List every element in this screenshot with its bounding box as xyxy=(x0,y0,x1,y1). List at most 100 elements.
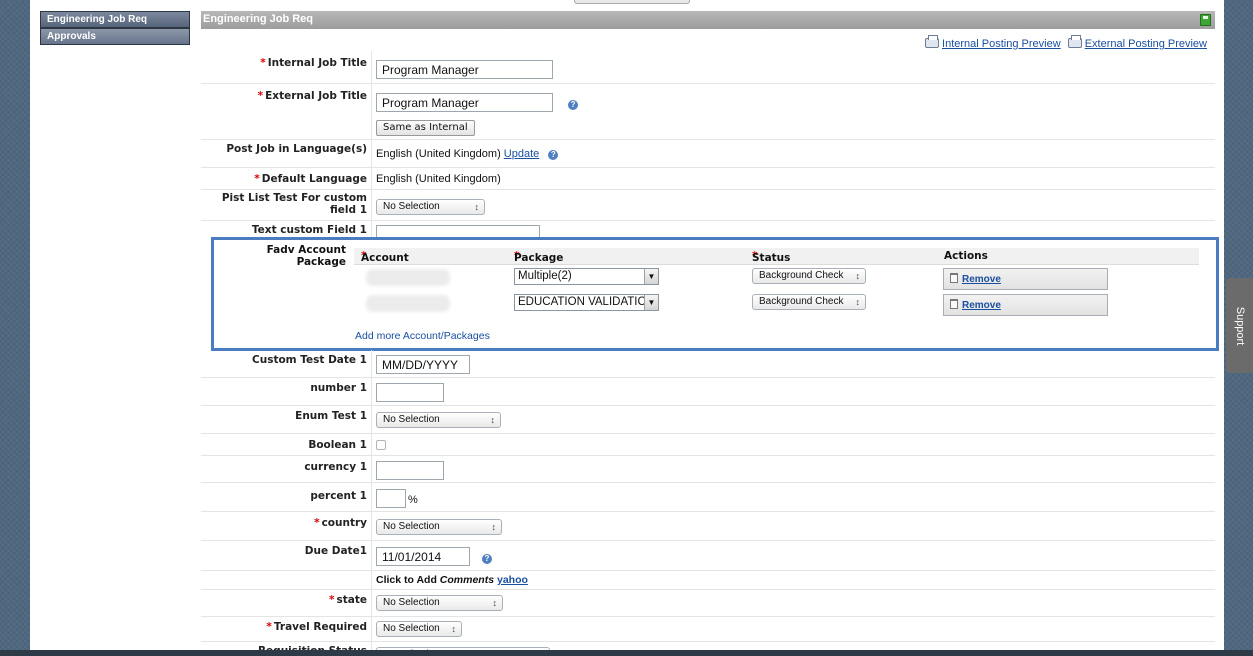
panel-title: Engineering Job Req xyxy=(203,13,314,25)
percent1-label: percent 1 xyxy=(310,490,367,502)
required-marker: * xyxy=(314,517,320,529)
nav-item-engineering-job-req[interactable]: Engineering Job Req xyxy=(40,11,190,28)
update-language-link[interactable]: Update xyxy=(504,148,539,160)
state-select[interactable]: No Selection xyxy=(376,595,503,611)
row-travel-required: * Travel Required No Selection xyxy=(201,617,1215,642)
due-date-input[interactable] xyxy=(376,547,470,566)
required-marker: * xyxy=(257,90,264,102)
package-combo[interactable]: EDUCATION VALIDATIC ▼ xyxy=(514,294,659,311)
custom-date-label: Custom Test Date 1 xyxy=(252,354,367,366)
row-external-job-title: *External Job Title ? Same as Internal xyxy=(201,84,1215,140)
currency1-input[interactable] xyxy=(376,461,444,480)
travel-required-label: Travel Required xyxy=(273,621,367,633)
pist-list-label-line2: field 1 xyxy=(330,204,367,216)
fadv-account-package-box: Fadv Account Package Account * Package * S… xyxy=(211,237,1219,351)
comments-prefix: Click to Add xyxy=(376,574,437,586)
content-panel: Engineering Job Req Internal Posting Pre… xyxy=(201,11,1219,656)
left-nav: Engineering Job Req Approvals xyxy=(40,11,190,45)
post-language-value: English (United Kingdom) xyxy=(376,148,501,160)
currency1-label: currency 1 xyxy=(304,461,367,473)
chevron-down-icon[interactable]: ▼ xyxy=(644,295,658,310)
fadv-header: Account * Package * Status * Actions xyxy=(354,248,1199,265)
remove-action[interactable]: Remove xyxy=(943,294,1108,316)
custom-date-input[interactable] xyxy=(376,355,470,374)
boolean1-label: Boolean 1 xyxy=(308,439,367,451)
nav-item-approvals[interactable]: Approvals xyxy=(40,28,190,45)
help-icon[interactable]: ? xyxy=(548,150,559,160)
printer-icon xyxy=(1067,35,1082,48)
external-job-title-label: External Job Title xyxy=(265,90,367,102)
header-account: Account * xyxy=(361,250,409,264)
external-posting-preview-link[interactable]: External Posting Preview xyxy=(1085,38,1207,50)
boolean1-checkbox[interactable] xyxy=(376,440,386,450)
due-date-label: Due Date1 xyxy=(304,545,367,557)
row-currency1: currency 1 xyxy=(201,456,1215,483)
required-marker: * xyxy=(260,57,266,69)
external-job-title-input[interactable] xyxy=(376,93,553,112)
page-background: Engineering Job Req Approvals Engineerin… xyxy=(30,0,1224,656)
status-select[interactable]: Background Check xyxy=(752,268,866,284)
row-percent1: percent 1 % xyxy=(201,483,1215,512)
comments-link[interactable]: yahoo xyxy=(497,574,528,586)
top-tab xyxy=(574,0,690,4)
row-state: * state No Selection xyxy=(201,590,1215,617)
percent1-input[interactable] xyxy=(376,489,406,508)
internal-posting-preview-link[interactable]: Internal Posting Preview xyxy=(942,38,1061,50)
row-comments: Click to Add Comments yahoo xyxy=(201,571,1215,590)
required-marker: * xyxy=(254,173,260,185)
trash-icon xyxy=(950,273,958,283)
account-blurred xyxy=(366,295,450,312)
pist-list-label-line1: Pist List Test For custom xyxy=(221,192,367,204)
enum-test-select[interactable]: No Selection xyxy=(376,412,501,428)
row-country: * country No Selection xyxy=(201,512,1215,541)
number1-input[interactable] xyxy=(376,383,444,402)
header-package: Package * xyxy=(514,250,564,264)
number1-label: number 1 xyxy=(310,382,367,394)
bottom-border xyxy=(0,650,1253,656)
row-post-language: Post Job in Language(s) English (United … xyxy=(201,140,1215,168)
add-more-account-packages-link[interactable]: Add more Account/Packages xyxy=(355,330,490,342)
default-language-label: Default Language xyxy=(261,173,367,185)
row-enum-test: Enum Test 1 No Selection xyxy=(201,406,1215,434)
travel-required-select[interactable]: No Selection xyxy=(376,621,462,637)
remove-link[interactable]: Remove xyxy=(962,300,1001,311)
country-label: country xyxy=(321,517,367,529)
text-custom-label: Text custom Field 1 xyxy=(251,224,367,236)
post-language-label: Post Job in Language(s) xyxy=(226,143,367,155)
fadv-grid: Account * Package * Status * Actions Multip… xyxy=(354,248,1199,317)
panel-header: Engineering Job Req xyxy=(201,11,1215,29)
same-as-internal-button[interactable]: Same as Internal xyxy=(376,120,475,136)
row-number1: number 1 xyxy=(201,378,1215,406)
row-pist-list: Pist List Test For custom field 1 No Sele… xyxy=(201,190,1215,221)
status-select[interactable]: Background Check xyxy=(752,294,866,310)
internal-job-title-input[interactable] xyxy=(376,60,553,79)
support-tab[interactable]: Support xyxy=(1226,278,1253,373)
preview-links: Internal Posting Preview External Postin… xyxy=(925,35,1207,50)
required-marker: * xyxy=(266,621,272,633)
enum-test-label: Enum Test 1 xyxy=(295,410,367,422)
help-icon[interactable]: ? xyxy=(568,99,579,110)
comments-label[interactable]: Comments xyxy=(440,574,494,586)
percent-unit: % xyxy=(408,493,418,506)
header-status: Status * xyxy=(752,250,791,264)
header-actions: Actions xyxy=(944,250,988,262)
chevron-down-icon[interactable]: ▼ xyxy=(644,269,658,284)
row-internal-job-title: * Internal Job Title xyxy=(201,51,1215,84)
package-combo[interactable]: Multiple(2) ▼ xyxy=(514,268,659,285)
account-blurred xyxy=(366,269,450,286)
row-boolean1: Boolean 1 xyxy=(201,434,1215,456)
internal-job-title-label: Internal Job Title xyxy=(267,57,367,69)
row-default-language: * Default Language English (United Kingdo… xyxy=(201,168,1215,190)
pist-list-select[interactable]: No Selection xyxy=(376,199,485,215)
save-icon[interactable] xyxy=(1200,14,1211,26)
fadv-label: Fadv Account Package xyxy=(266,244,346,268)
state-label: state xyxy=(336,594,368,606)
country-select[interactable]: No Selection xyxy=(376,519,502,535)
row-due-date: Due Date1 ? xyxy=(201,541,1215,571)
remove-action[interactable]: Remove xyxy=(943,268,1108,290)
remove-link[interactable]: Remove xyxy=(962,274,1001,285)
printer-icon xyxy=(925,35,940,48)
default-language-value: English (United Kingdom) xyxy=(376,173,501,185)
help-icon[interactable]: ? xyxy=(482,553,492,564)
row-custom-date: Custom Test Date 1 xyxy=(201,350,1215,378)
